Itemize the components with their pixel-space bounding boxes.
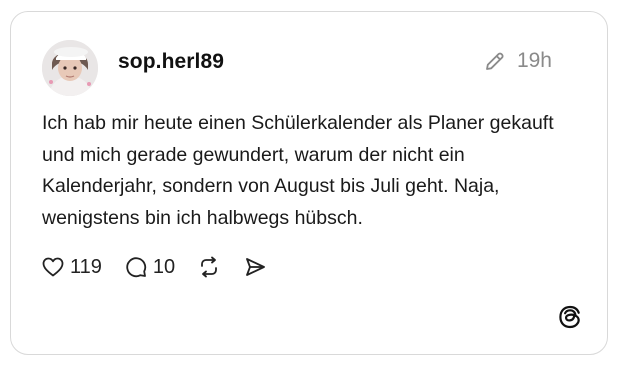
post-time: 19h: [516, 49, 552, 72]
comment-icon: [126, 257, 146, 278]
threads-logo-icon[interactable]: [556, 303, 584, 331]
like-button[interactable]: 119: [41, 255, 102, 279]
like-count: 119: [70, 255, 102, 278]
post-text: Ich hab mir heute einen Schülerkalender …: [42, 112, 554, 229]
pencil-icon[interactable]: [483, 49, 507, 73]
post-actions: 119 10: [41, 252, 289, 282]
heart-icon: [42, 257, 64, 277]
repost-icon: [201, 256, 218, 278]
username[interactable]: sop.herl89: [118, 50, 224, 74]
avatar[interactable]: [42, 40, 98, 96]
repost-button[interactable]: [197, 255, 221, 279]
post-meta: 19h: [483, 49, 552, 73]
share-button[interactable]: [243, 255, 267, 279]
reply-button[interactable]: 10: [124, 255, 175, 279]
send-icon: [246, 258, 266, 276]
reply-count: 10: [152, 255, 176, 278]
avatar-image: [42, 40, 98, 96]
post-card: sop.herl89 19h Ich hab mir heute einen S…: [10, 11, 608, 355]
